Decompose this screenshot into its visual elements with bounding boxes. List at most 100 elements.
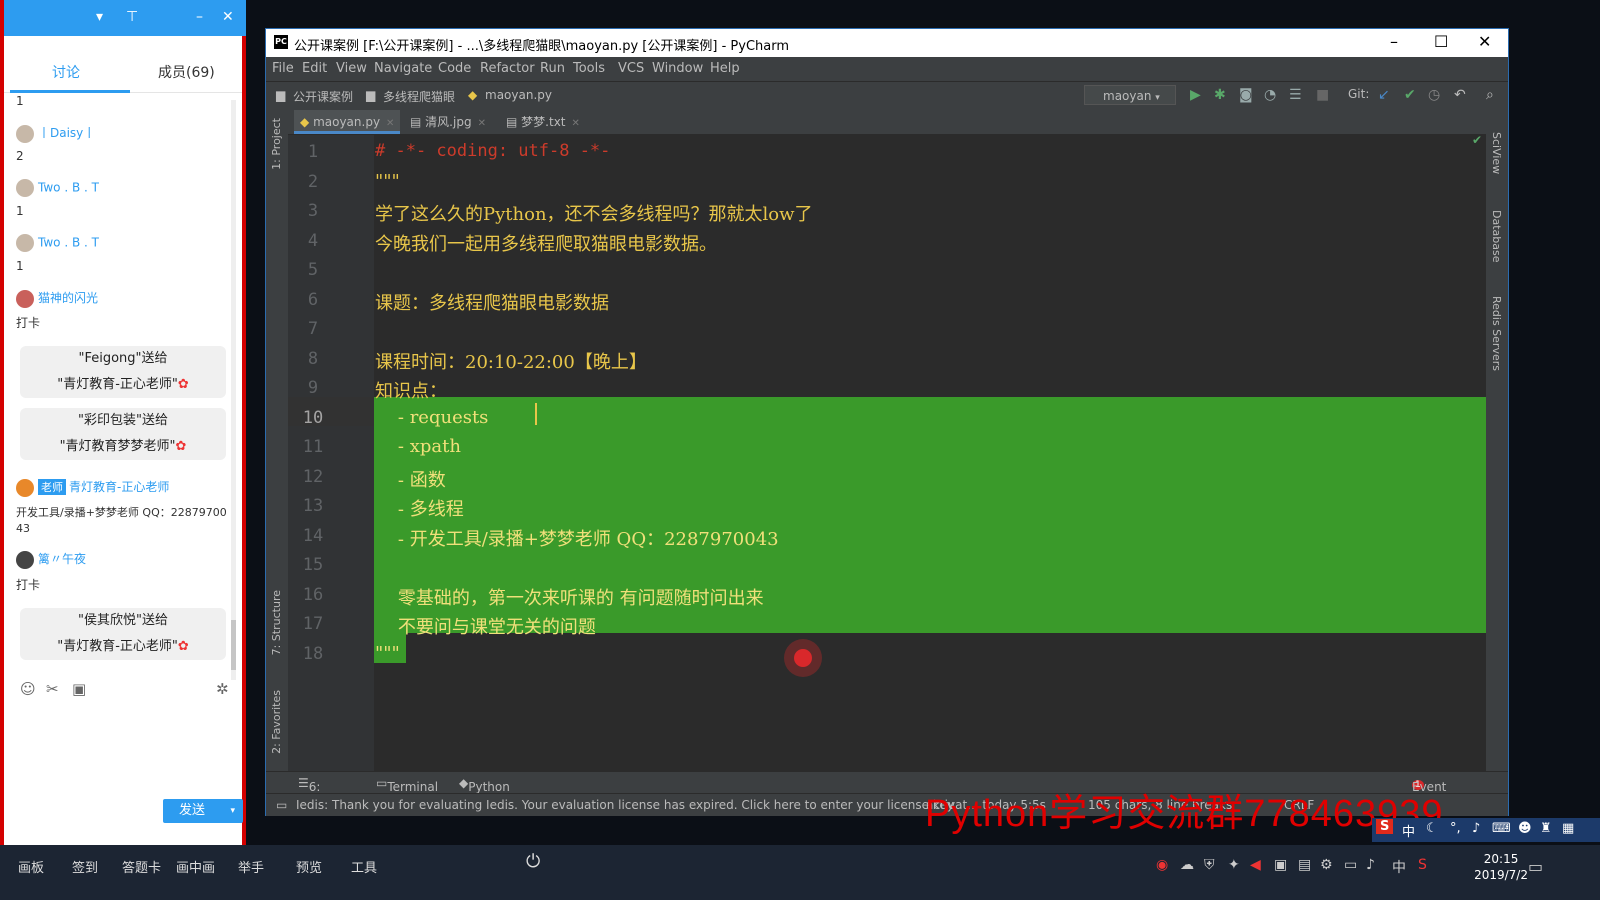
- git-update-icon[interactable]: ↙: [1378, 87, 1390, 103]
- run-config-select[interactable]: maoyan ▾: [1084, 85, 1176, 105]
- tab-mengmeng-txt[interactable]: ▤ 梦梦.txt ✕: [500, 110, 586, 134]
- preview-button[interactable]: 预览: [296, 857, 322, 876]
- power-icon[interactable]: ⏻: [526, 851, 540, 872]
- menu-tools[interactable]: Tools: [573, 61, 605, 76]
- tab-discussion[interactable]: 讨论: [52, 62, 80, 82]
- terminal-tool-tab[interactable]: ▭ Terminal: [376, 776, 438, 794]
- image-icon[interactable]: ▣: [72, 680, 86, 698]
- ime-toolbar[interactable]: S 中 ☾ °, ♪ ⌨ ☻ ♜ ▦: [1372, 818, 1600, 842]
- tab-members[interactable]: 成员(69): [158, 62, 215, 82]
- chevron-down-icon[interactable]: ▾: [230, 799, 235, 823]
- language-indicator[interactable]: 中: [1392, 857, 1406, 877]
- menu-code[interactable]: Code: [438, 61, 471, 76]
- username[interactable]: 篱〃午夜: [38, 552, 86, 566]
- menu-navigate[interactable]: Navigate: [374, 61, 432, 76]
- raise-hand-button[interactable]: 举手: [238, 857, 264, 876]
- structure-tool-tab[interactable]: 7: Structure: [270, 590, 283, 655]
- microphone-icon[interactable]: ♪: [1472, 821, 1480, 836]
- shield-icon[interactable]: ⛨: [1204, 857, 1215, 873]
- pip-button[interactable]: 画中画: [176, 857, 215, 876]
- inspection-ok-icon[interactable]: ✔: [1472, 133, 1482, 147]
- shirt-icon[interactable]: ♜: [1540, 821, 1552, 836]
- close-icon[interactable]: ✕: [386, 118, 394, 129]
- username[interactable]: Two . B . T: [38, 236, 99, 250]
- sogou-icon[interactable]: S: [1376, 819, 1394, 834]
- concurrency-icon[interactable]: ☰: [1289, 87, 1302, 103]
- ime-language[interactable]: 中: [1402, 821, 1415, 840]
- tab-qingfeng-jpg[interactable]: ▤ 清风.jpg ✕: [404, 110, 492, 134]
- menu-edit[interactable]: Edit: [302, 61, 327, 76]
- grid-icon[interactable]: ▦: [1562, 821, 1574, 836]
- close-icon[interactable]: ✕: [478, 118, 486, 129]
- status-toggle-icon[interactable]: ▭: [276, 798, 287, 812]
- emoji-icon[interactable]: ☺: [20, 680, 36, 698]
- pin-icon[interactable]: ⊤: [126, 9, 138, 25]
- close-icon[interactable]: ✕: [222, 9, 234, 25]
- breadcrumb-folder[interactable]: 多线程爬猫眼: [383, 88, 455, 105]
- run-icon[interactable]: ▶: [1190, 87, 1201, 103]
- app-icon[interactable]: ✦: [1228, 857, 1240, 873]
- coverage-icon[interactable]: ◙: [1239, 87, 1253, 103]
- send-button[interactable]: 发送 ▾: [163, 799, 243, 823]
- close-icon[interactable]: ✕: [572, 118, 580, 129]
- network-icon[interactable]: ▭: [1344, 857, 1357, 873]
- record-icon[interactable]: ◉: [1156, 857, 1168, 873]
- status-message[interactable]: Iedis: Thank you for evaluating Iedis. Y…: [296, 798, 954, 812]
- breadcrumb-project[interactable]: 公开课案例: [293, 88, 353, 105]
- cloud-icon[interactable]: ☁: [1180, 857, 1194, 873]
- notification-icon[interactable]: ▭: [1528, 857, 1543, 876]
- clock[interactable]: 20:15 2019/7/2: [1474, 851, 1528, 883]
- username[interactable]: 青灯教育-正心老师: [69, 480, 169, 494]
- punctuation-icon[interactable]: °,: [1450, 821, 1461, 836]
- redis-tool-tab[interactable]: Redis Servers: [1490, 296, 1503, 371]
- minimize-icon[interactable]: –: [196, 9, 203, 25]
- menu-view[interactable]: View: [336, 61, 367, 76]
- window-app-icon[interactable]: ▣: [1274, 857, 1287, 873]
- sogou-tray-icon[interactable]: S: [1418, 857, 1427, 873]
- scissors-icon[interactable]: ✂: [46, 680, 59, 698]
- username[interactable]: 丨Daisy丨: [38, 126, 95, 140]
- menu-vcs[interactable]: VCS: [618, 61, 644, 76]
- username[interactable]: Two . B . T: [38, 181, 99, 195]
- git-commit-icon[interactable]: ✔: [1404, 87, 1416, 103]
- revert-icon[interactable]: ↶: [1454, 87, 1466, 103]
- todo-tool-tab[interactable]: ☰ 6: TODO: [298, 776, 344, 808]
- scroll-thumb[interactable]: [231, 620, 236, 670]
- close-icon[interactable]: ✕: [1478, 32, 1491, 51]
- minimize-icon[interactable]: –: [1390, 32, 1398, 51]
- breadcrumb-file[interactable]: maoyan.py: [485, 88, 552, 102]
- project-tool-tab[interactable]: 1: Project: [270, 118, 283, 170]
- tools-button[interactable]: 工具: [351, 857, 377, 876]
- menu-window[interactable]: Window: [652, 61, 703, 76]
- favorites-tool-tab[interactable]: 2: Favorites: [270, 690, 283, 754]
- menu-run[interactable]: Run: [540, 61, 565, 76]
- dropdown-icon[interactable]: ▾: [96, 9, 103, 25]
- answer-card-button[interactable]: 答题卡: [122, 857, 161, 876]
- menu-help[interactable]: Help: [710, 61, 740, 76]
- debug-icon[interactable]: ✱: [1214, 87, 1226, 103]
- keyboard-icon[interactable]: ⌨: [1492, 821, 1511, 836]
- chat-scrollbar[interactable]: [231, 100, 236, 680]
- whiteboard-button[interactable]: 画板: [18, 857, 44, 876]
- menu-refactor[interactable]: Refactor: [480, 61, 535, 76]
- profile-icon[interactable]: ◔: [1264, 87, 1276, 103]
- sciview-tool-tab[interactable]: SciView: [1490, 132, 1503, 174]
- menu-file[interactable]: File: [272, 61, 294, 76]
- checkin-button[interactable]: 签到: [72, 857, 98, 876]
- database-tool-tab[interactable]: Database: [1490, 210, 1503, 263]
- python-console-tool-tab[interactable]: ◆ Python Console: [459, 776, 516, 808]
- search-icon[interactable]: ⌕: [1486, 87, 1494, 103]
- username[interactable]: 猫神的闪光: [38, 291, 98, 305]
- maximize-icon[interactable]: ☐: [1434, 32, 1448, 51]
- history-icon[interactable]: ◷: [1428, 87, 1440, 103]
- volume-icon[interactable]: ♪: [1366, 857, 1375, 873]
- stop-icon[interactable]: ■: [1316, 87, 1329, 103]
- settings-app-icon[interactable]: ⚙: [1320, 857, 1333, 873]
- settings-icon[interactable]: ✲: [216, 680, 229, 698]
- code-editor[interactable]: 1 # -*- coding: utf-8 -*- 2 """ 3 学了这么久的Pytho…: [288, 133, 1486, 771]
- moon-icon[interactable]: ☾: [1426, 821, 1438, 836]
- tab-maoyan-py[interactable]: ◆ maoyan.py ✕: [294, 110, 401, 134]
- speaker-app-icon[interactable]: ◀: [1250, 857, 1261, 873]
- user-icon[interactable]: ☻: [1518, 821, 1532, 836]
- chart-app-icon[interactable]: ▤: [1298, 857, 1311, 873]
